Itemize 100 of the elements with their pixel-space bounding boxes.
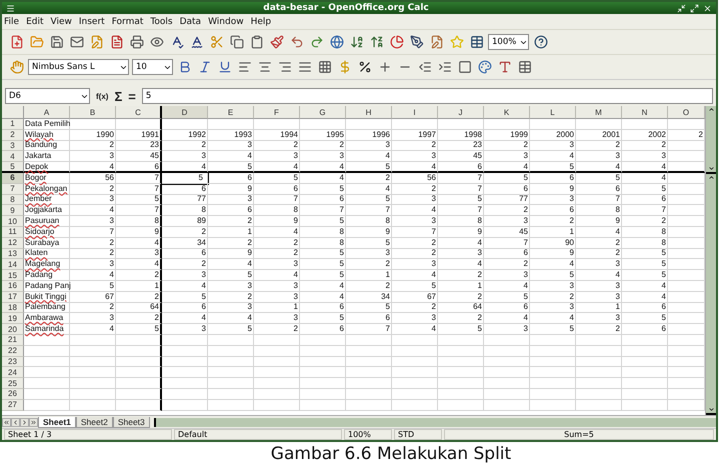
scrollbar[interactable] bbox=[706, 174, 716, 415]
window-menu-icon[interactable] bbox=[6, 4, 15, 12]
column-header[interactable]: C bbox=[116, 106, 162, 119]
row-header[interactable]: 7 bbox=[2, 184, 24, 195]
column-header[interactable]: O bbox=[668, 106, 705, 119]
menu-item[interactable]: Tools bbox=[150, 16, 173, 26]
row-header[interactable]: 21 bbox=[2, 334, 24, 346]
row-header[interactable]: 26 bbox=[2, 388, 24, 400]
scroll-up-icon[interactable] bbox=[708, 174, 714, 181]
menu-item[interactable]: View bbox=[50, 16, 72, 26]
menu-item[interactable]: File bbox=[4, 16, 20, 26]
column-header[interactable]: K bbox=[484, 106, 530, 119]
column-header[interactable]: N bbox=[622, 106, 668, 119]
font-name-field[interactable]: Nimbus Sans L bbox=[28, 59, 129, 75]
toggle-grid-icon[interactable] bbox=[516, 58, 533, 76]
copy-icon[interactable] bbox=[228, 34, 245, 50]
row-header[interactable]: 17 bbox=[2, 292, 24, 303]
background-color-icon[interactable] bbox=[476, 58, 493, 76]
formula-input[interactable]: 5 bbox=[142, 88, 713, 104]
row-header[interactable]: 27 bbox=[2, 400, 24, 411]
horizontal-scrollbar[interactable] bbox=[154, 418, 716, 426]
chart-icon[interactable] bbox=[388, 34, 405, 50]
table-cell: 3 bbox=[70, 313, 116, 324]
sheet-tab[interactable]: Sheet2 bbox=[76, 416, 113, 428]
row-header[interactable]: 14 bbox=[2, 259, 24, 270]
column-header[interactable]: A bbox=[24, 106, 70, 119]
column-header[interactable]: G bbox=[300, 106, 346, 119]
save-icon[interactable] bbox=[48, 34, 65, 50]
printer-icon[interactable] bbox=[128, 34, 145, 50]
column-header[interactable]: E bbox=[208, 106, 254, 119]
font-size-field[interactable]: 10 bbox=[132, 59, 173, 75]
row-header[interactable]: 10 bbox=[2, 216, 24, 227]
row-header[interactable]: 18 bbox=[2, 302, 24, 314]
column-header[interactable]: D bbox=[162, 106, 208, 119]
table-cell: 5 bbox=[530, 270, 576, 281]
name-box[interactable]: D6 bbox=[5, 88, 90, 104]
formula-button[interactable]: = bbox=[128, 88, 136, 104]
row-header[interactable]: 9 bbox=[2, 205, 24, 216]
sheet-tab[interactable]: Sheet1 bbox=[38, 416, 76, 428]
row-header[interactable]: 25 bbox=[2, 378, 24, 389]
table-cell: 3 bbox=[300, 151, 346, 162]
paintbrush-icon[interactable] bbox=[268, 34, 285, 50]
borders-icon[interactable] bbox=[456, 58, 473, 76]
row-header[interactable]: 3 bbox=[2, 140, 24, 152]
table-cell: 3 bbox=[162, 324, 208, 335]
column-header[interactable]: I bbox=[392, 106, 438, 119]
zoom-field[interactable]: 100% bbox=[488, 34, 529, 50]
table-cell bbox=[254, 378, 300, 389]
menu-item[interactable]: Data bbox=[180, 16, 202, 26]
menu-item[interactable]: Help bbox=[250, 16, 272, 26]
table-cell: 1993 bbox=[208, 130, 254, 141]
row-header[interactable]: 20 bbox=[2, 324, 24, 335]
table-cell: 4 bbox=[162, 162, 208, 173]
column-header[interactable]: B bbox=[70, 106, 116, 119]
table-cell bbox=[438, 388, 484, 400]
table-cell: 3 bbox=[392, 151, 438, 162]
formula-button[interactable]: f(x) bbox=[96, 92, 108, 100]
column-header[interactable]: J bbox=[438, 106, 484, 119]
row-header[interactable]: 15 bbox=[2, 270, 24, 281]
row-header[interactable]: 6 bbox=[2, 172, 24, 184]
column-header[interactable]: H bbox=[346, 106, 392, 119]
maximize-icon[interactable] bbox=[690, 4, 699, 12]
column-header[interactable]: F bbox=[254, 106, 300, 119]
row-header[interactable]: 24 bbox=[2, 367, 24, 378]
table-cell: 5 bbox=[438, 194, 484, 206]
table-cell bbox=[484, 334, 530, 346]
row-header[interactable]: 19 bbox=[2, 313, 24, 324]
menu-item[interactable]: Format bbox=[112, 16, 144, 26]
table-cell: 7 bbox=[300, 205, 346, 216]
minimize-icon[interactable] bbox=[677, 4, 686, 12]
row-header[interactable]: 23 bbox=[2, 356, 24, 368]
row-header[interactable]: 1 bbox=[2, 119, 24, 130]
table-cell bbox=[622, 356, 668, 368]
draw-icon[interactable] bbox=[408, 34, 425, 50]
menu-item[interactable]: Edit bbox=[26, 16, 44, 26]
scroll-down-icon[interactable] bbox=[708, 406, 714, 413]
scroll-up-icon[interactable] bbox=[708, 106, 714, 113]
column-header[interactable]: M bbox=[576, 106, 622, 119]
row-header[interactable]: 11 bbox=[2, 226, 24, 238]
menu-item[interactable]: Window bbox=[208, 16, 244, 26]
menu-item[interactable]: Insert bbox=[78, 16, 105, 26]
row-header[interactable]: 2 bbox=[2, 130, 24, 141]
column-header[interactable]: L bbox=[530, 106, 576, 119]
row-header[interactable]: 12 bbox=[2, 238, 24, 249]
table-cell bbox=[254, 356, 300, 368]
merge-cells-icon[interactable] bbox=[316, 58, 333, 76]
close-icon[interactable] bbox=[703, 4, 712, 12]
row-header[interactable]: 4 bbox=[2, 151, 24, 162]
table-cell: 7 bbox=[116, 184, 162, 195]
row-header[interactable]: 8 bbox=[2, 194, 24, 206]
help-icon[interactable] bbox=[532, 34, 549, 50]
row-header[interactable]: 5 bbox=[2, 162, 24, 173]
row-header[interactable]: 22 bbox=[2, 346, 24, 357]
formula-button[interactable]: Σ bbox=[114, 88, 122, 104]
scrollbar[interactable] bbox=[706, 106, 716, 174]
table-cell: 34 bbox=[162, 238, 208, 249]
sheet-tab[interactable]: Sheet3 bbox=[112, 416, 150, 428]
row-header[interactable]: 16 bbox=[2, 280, 24, 292]
scroll-down-icon[interactable] bbox=[708, 165, 714, 172]
row-header[interactable]: 13 bbox=[2, 248, 24, 260]
